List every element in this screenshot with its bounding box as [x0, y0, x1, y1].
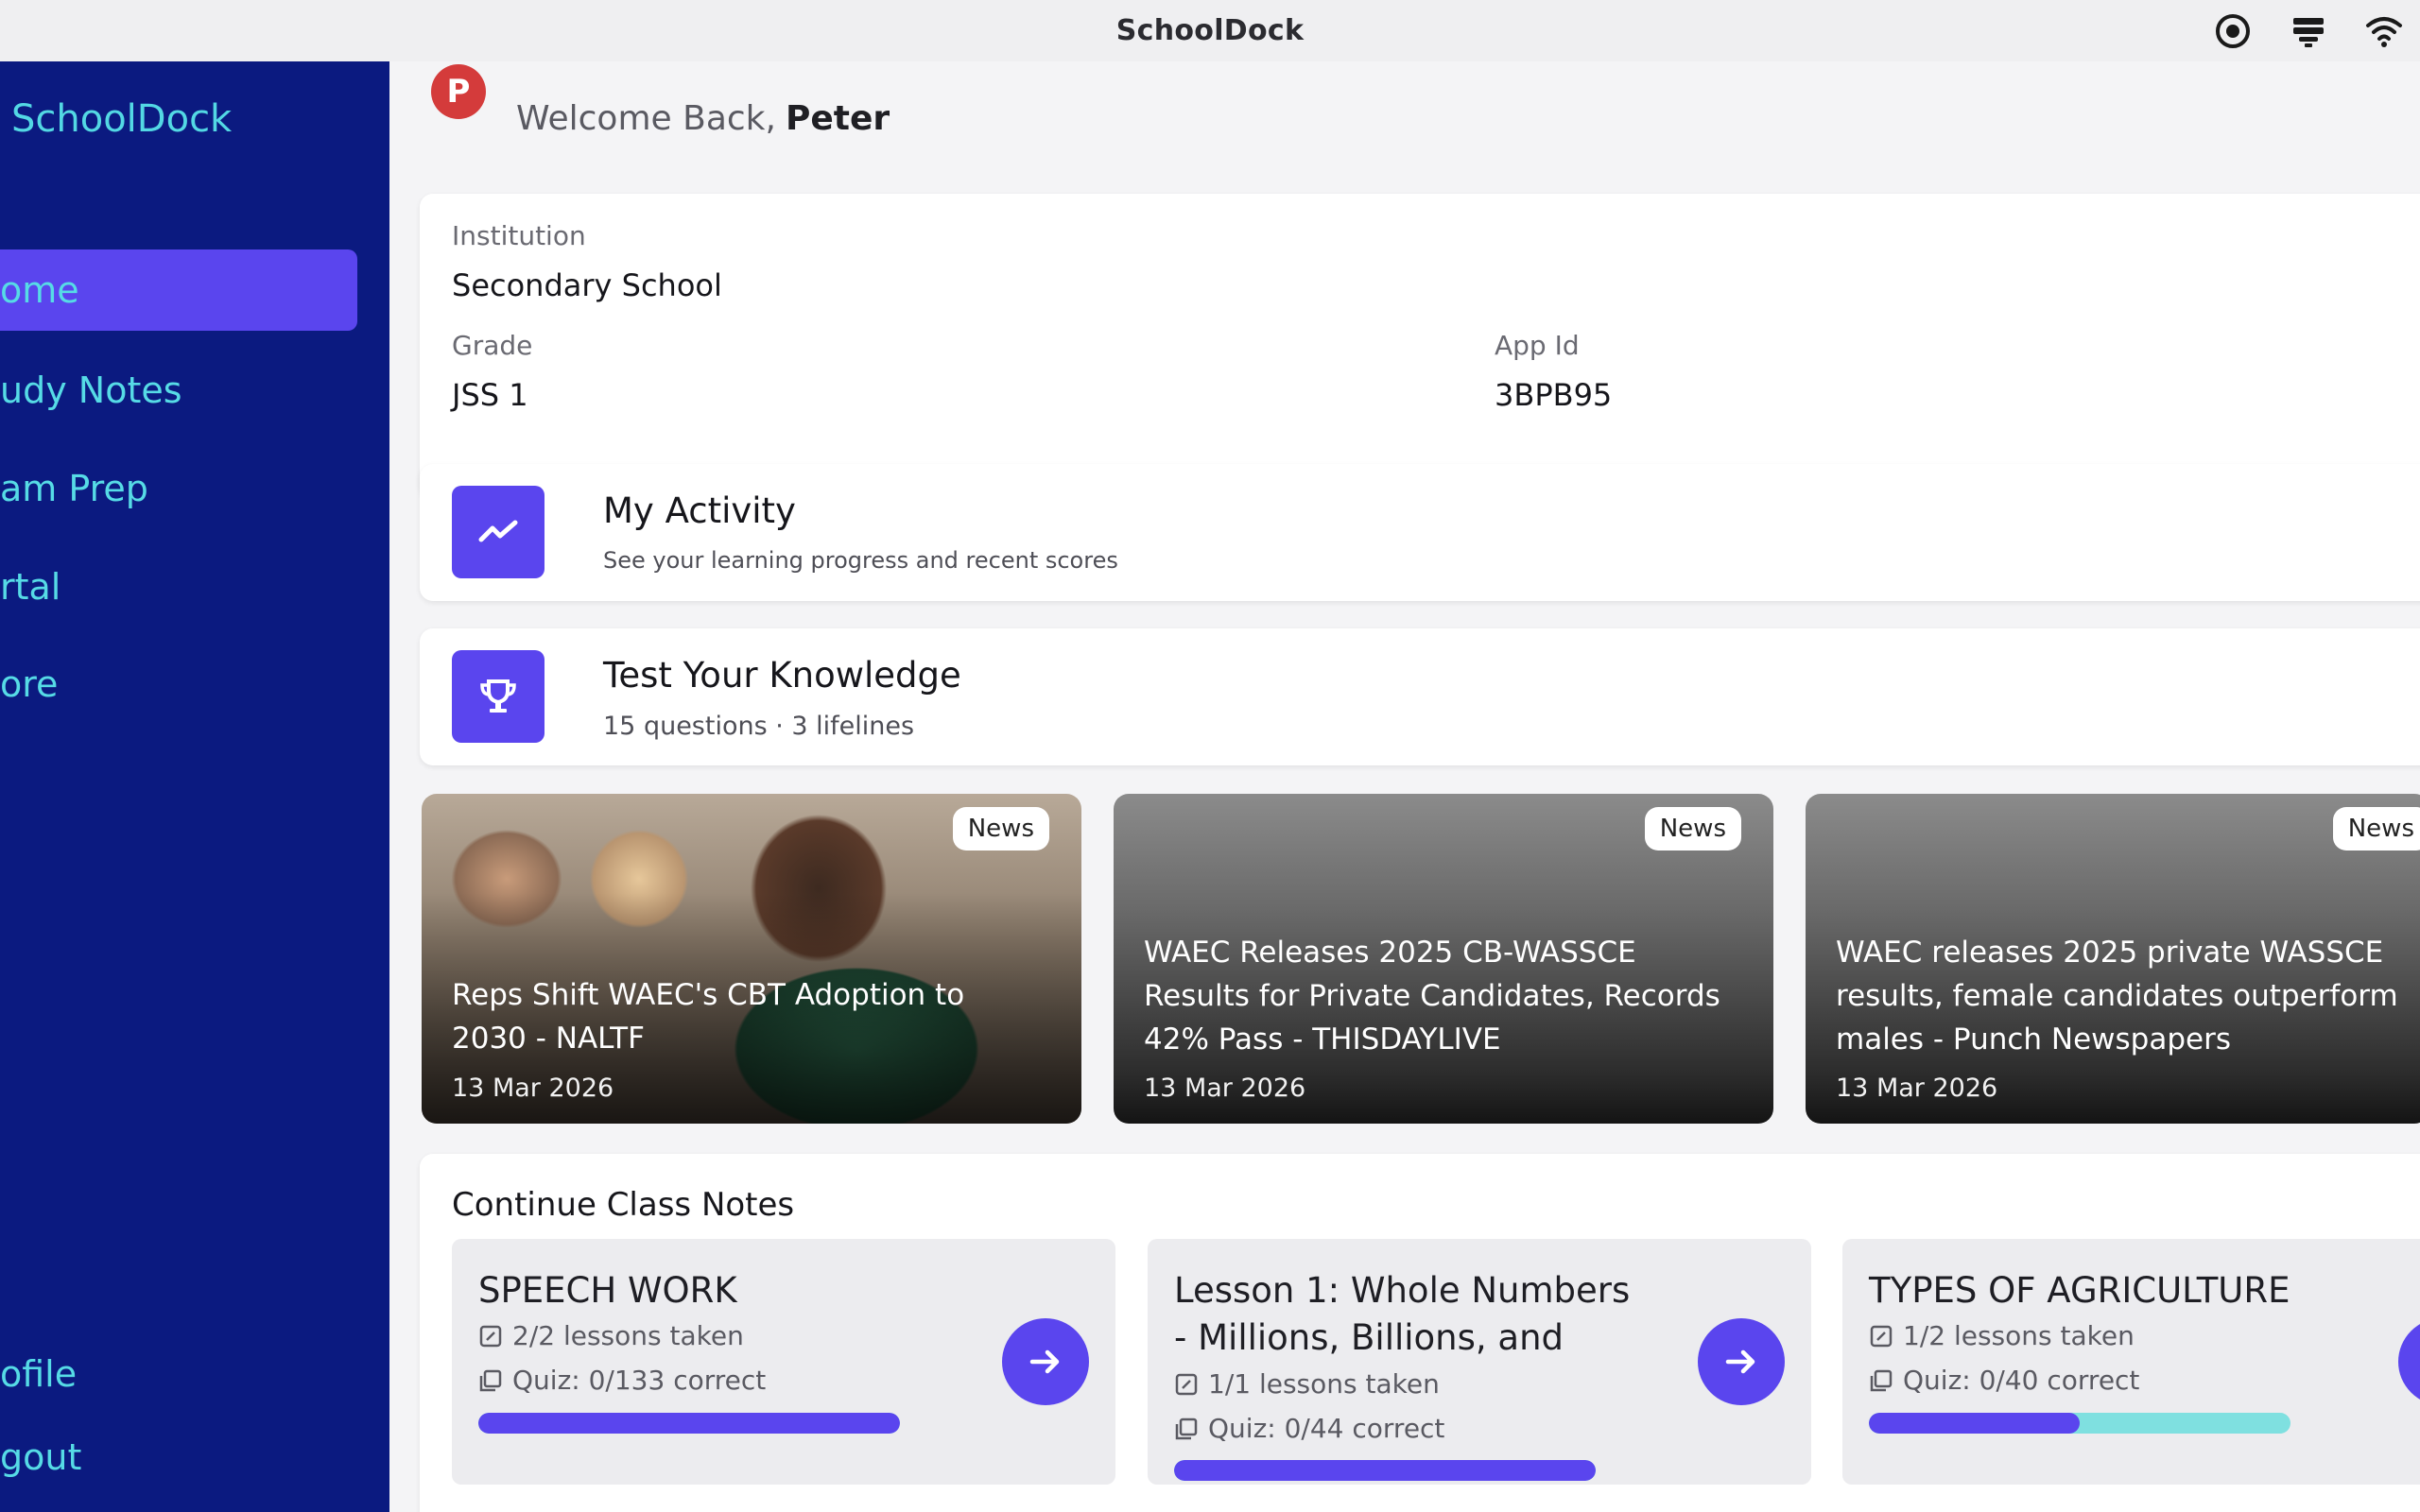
- continue-arrow-button[interactable]: [1002, 1318, 1089, 1405]
- action-title: Test Your Knowledge: [603, 655, 961, 696]
- lessons-taken: 1/2 lessons taken: [1869, 1320, 2135, 1351]
- sidebar-item-label: gout: [0, 1436, 82, 1478]
- news-date: 13 Mar 2026: [1144, 1074, 1306, 1103]
- sidebar-item-portal[interactable]: rtal: [0, 546, 357, 627]
- sidebar-item-study-notes[interactable]: udy Notes: [0, 350, 357, 431]
- news-headline: Reps Shift WAEC's CBT Adoption to 2030 -…: [452, 978, 965, 1056]
- sidebar: SchoolDock ome udy Notes am Prep rtal or…: [0, 61, 389, 1512]
- edit-icon: [1175, 1373, 1198, 1395]
- section-title: Continue Class Notes: [452, 1186, 795, 1224]
- progress-fill: [478, 1413, 900, 1434]
- news-badge: News: [2332, 807, 2420, 850]
- window-titlebar: SchoolDock: [0, 0, 2420, 61]
- news-date: 13 Mar 2026: [1836, 1074, 1998, 1103]
- class-note-item[interactable]: TYPES OF AGRICULTURE 1/2 lessons taken Q…: [1842, 1239, 2420, 1485]
- quiz-text: Quiz: 0/40 correct: [1903, 1365, 2140, 1396]
- note-title: Lesson 1: Whole Numbers - Millions, Bill…: [1174, 1270, 1631, 1358]
- news-badge: News: [1644, 807, 1741, 850]
- quiz-icon: [479, 1369, 502, 1391]
- lessons-taken: 2/2 lessons taken: [478, 1320, 744, 1351]
- continue-arrow-button[interactable]: [2398, 1318, 2420, 1405]
- progress-fill: [1174, 1460, 1596, 1481]
- action-subtitle: 15 questions · 3 lifelines: [603, 712, 915, 741]
- sidebar-item-label: ome: [0, 269, 79, 311]
- sidebar-brand: SchoolDock: [11, 97, 233, 141]
- progress-bar: [1174, 1460, 1596, 1481]
- arrow-right-icon: [1029, 1349, 1060, 1374]
- news-badge: News: [952, 807, 1049, 850]
- progress-bar: [478, 1413, 900, 1434]
- class-note-item[interactable]: SPEECH WORK 2/2 lessons taken Quiz: 0/13…: [452, 1239, 1115, 1485]
- continue-class-notes-card: Continue Class Notes SPEECH WORK 2/2 les…: [420, 1154, 2420, 1512]
- lessons-text: 1/1 lessons taken: [1208, 1368, 1440, 1400]
- sidebar-item-label: udy Notes: [0, 369, 182, 411]
- quiz-icon: [1175, 1418, 1198, 1439]
- arrow-right-icon: [1725, 1349, 1755, 1374]
- profile-info-card: Institution Secondary School Grade JSS 1…: [420, 194, 2420, 498]
- sidebar-item-more[interactable]: ore: [0, 644, 357, 725]
- news-date: 13 Mar 2026: [452, 1074, 614, 1103]
- institution-value: Secondary School: [452, 267, 722, 303]
- status-icons: [2214, 0, 2403, 61]
- sidebar-item-label: am Prep: [0, 468, 148, 509]
- news-card[interactable]: News WAEC releases 2025 private WASSCE r…: [1806, 794, 2420, 1124]
- quiz-text: Quiz: 0/133 correct: [512, 1365, 767, 1396]
- sidebar-item-logout[interactable]: gout: [0, 1417, 357, 1498]
- class-note-item[interactable]: Lesson 1: Whole Numbers - Millions, Bill…: [1148, 1239, 1811, 1485]
- lessons-text: 2/2 lessons taken: [512, 1320, 744, 1351]
- record-icon[interactable]: [2214, 12, 2252, 50]
- quiz-icon: [1870, 1369, 1893, 1391]
- avatar[interactable]: P: [431, 64, 486, 119]
- grade-label: Grade: [452, 330, 533, 361]
- test-knowledge-card[interactable]: Test Your Knowledge 15 questions · 3 lif…: [420, 628, 2420, 765]
- edit-icon: [479, 1325, 502, 1347]
- app-id-label: App Id: [1495, 330, 1580, 361]
- sidebar-item-label: rtal: [0, 566, 61, 608]
- welcome-text: Welcome Back,: [516, 99, 776, 138]
- lessons-taken: 1/1 lessons taken: [1174, 1368, 1440, 1400]
- sidebar-item-home[interactable]: ome: [0, 249, 357, 331]
- my-activity-card[interactable]: My Activity See your learning progress a…: [420, 464, 2420, 601]
- action-subtitle: See your learning progress and recent sc…: [603, 547, 1118, 574]
- note-title: TYPES OF AGRICULTURE: [1869, 1270, 2290, 1311]
- welcome-message: Welcome Back, Peter: [516, 99, 890, 138]
- user-name: Peter: [785, 99, 890, 138]
- main-content: P Welcome Back, Peter Institution Seconda…: [389, 61, 2420, 1512]
- quiz-text: Quiz: 0/44 correct: [1208, 1413, 1445, 1444]
- news-card[interactable]: News Reps Shift WAEC's CBT Adoption to 2…: [422, 794, 1081, 1124]
- trophy-icon: [452, 650, 544, 743]
- app-id-value: 3BPB95: [1495, 377, 1613, 413]
- news-headline: WAEC releases 2025 private WASSCE result…: [1836, 936, 2398, 1057]
- sidebar-item-label: ore: [0, 663, 59, 705]
- news-headline: WAEC Releases 2025 CB-WASSCE Results for…: [1144, 936, 1720, 1057]
- quiz-score: Quiz: 0/44 correct: [1174, 1413, 1444, 1444]
- lessons-text: 1/2 lessons taken: [1903, 1320, 2135, 1351]
- progress-fill: [1869, 1413, 2080, 1434]
- institution-label: Institution: [452, 220, 586, 251]
- quiz-score: Quiz: 0/40 correct: [1869, 1365, 2139, 1396]
- trend-icon: [452, 486, 544, 578]
- action-title: My Activity: [603, 490, 796, 531]
- sidebar-item-exam-prep[interactable]: am Prep: [0, 448, 357, 529]
- sidebar-item-label: ofile: [0, 1353, 78, 1395]
- server-icon[interactable]: [2290, 12, 2327, 50]
- sidebar-item-profile[interactable]: ofile: [0, 1333, 357, 1415]
- grade-value: JSS 1: [452, 377, 528, 413]
- news-card[interactable]: News WAEC Releases 2025 CB-WASSCE Result…: [1114, 794, 1773, 1124]
- progress-bar: [1869, 1413, 2290, 1434]
- wifi-icon[interactable]: [2365, 12, 2403, 50]
- quiz-score: Quiz: 0/133 correct: [478, 1365, 766, 1396]
- continue-arrow-button[interactable]: [1698, 1318, 1785, 1405]
- window-title: SchoolDock: [1115, 14, 1305, 47]
- edit-icon: [1870, 1325, 1893, 1347]
- note-title: SPEECH WORK: [478, 1270, 737, 1311]
